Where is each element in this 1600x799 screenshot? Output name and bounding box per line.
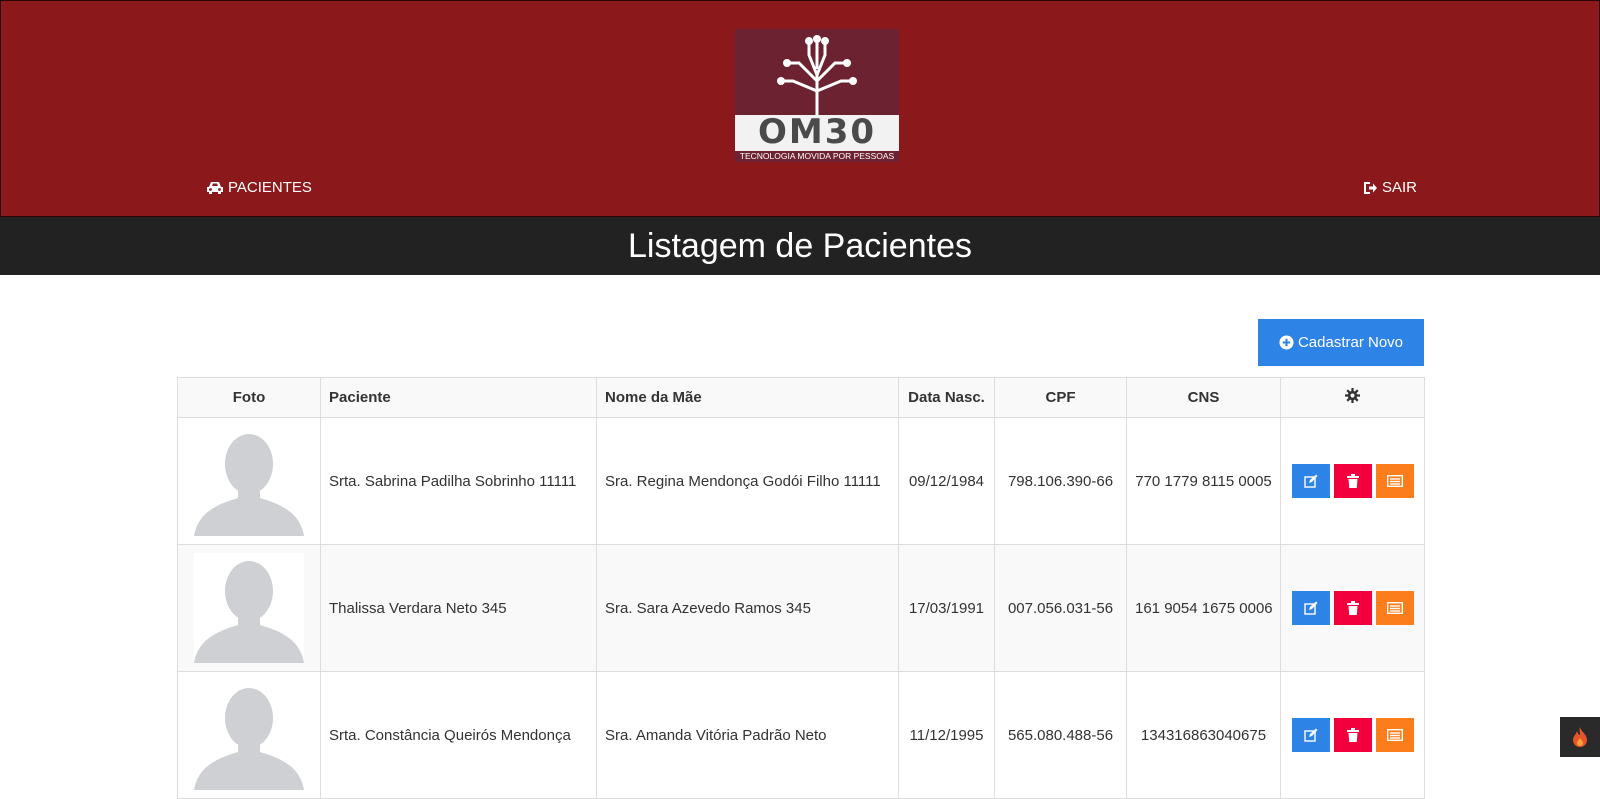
patient-name: Srta. Sabrina Padilha Sobrinho 11111 bbox=[320, 417, 597, 545]
tree-logo-icon bbox=[777, 35, 857, 115]
trash-icon bbox=[1346, 728, 1359, 742]
col-data-nasc: Data Nasc. bbox=[898, 377, 995, 418]
plus-circle-icon bbox=[1279, 335, 1294, 350]
cns-value: 161 9054 1675 0006 bbox=[1126, 544, 1281, 672]
edit-icon bbox=[1303, 728, 1317, 742]
edit-icon bbox=[1303, 474, 1317, 488]
top-header: OM30 TECNOLOGIA MOVIDA POR PESSOAS PACIE… bbox=[0, 0, 1600, 217]
cpf-value: 007.056.031-56 bbox=[994, 544, 1127, 672]
patient-name: Thalissa Verdara Neto 345 bbox=[320, 544, 597, 672]
trash-icon bbox=[1346, 474, 1359, 488]
mother-name: Sra. Regina Mendonça Godói Filho 11111 bbox=[596, 417, 899, 545]
details-button[interactable] bbox=[1375, 591, 1414, 625]
photo-cell bbox=[177, 544, 321, 672]
edit-icon bbox=[1303, 601, 1317, 615]
edit-button[interactable] bbox=[1291, 464, 1330, 498]
avatar bbox=[194, 426, 304, 536]
flame-icon bbox=[1573, 727, 1587, 747]
details-button[interactable] bbox=[1375, 464, 1414, 498]
cns-value: 134316863040675 bbox=[1126, 671, 1281, 799]
list-icon bbox=[1386, 475, 1403, 487]
table-row: Thalissa Verdara Neto 345 Sra. Sara Azev… bbox=[177, 544, 1425, 672]
edit-button[interactable] bbox=[1291, 591, 1330, 625]
actions-cell bbox=[1280, 544, 1425, 672]
actions-cell bbox=[1280, 417, 1425, 545]
table-row: Srta. Sabrina Padilha Sobrinho 11111 Sra… bbox=[177, 417, 1425, 545]
col-cns: CNS bbox=[1126, 377, 1281, 418]
photo-cell bbox=[177, 417, 321, 545]
col-foto: Foto bbox=[177, 377, 321, 418]
avatar bbox=[194, 553, 304, 663]
user-placeholder-icon bbox=[194, 561, 304, 663]
edit-button[interactable] bbox=[1291, 718, 1330, 752]
patient-name: Srta. Constância Queirós Mendonça bbox=[320, 671, 597, 799]
gear-icon bbox=[1345, 388, 1360, 403]
actions-cell bbox=[1280, 671, 1425, 799]
table-row: Srta. Constância Queirós Mendonça Sra. A… bbox=[177, 671, 1425, 799]
user-placeholder-icon bbox=[194, 434, 304, 536]
col-nome-mae: Nome da Mãe bbox=[596, 377, 899, 418]
mother-name: Sra. Amanda Vitória Padrão Neto bbox=[596, 671, 899, 799]
om30-logo: OM30 TECNOLOGIA MOVIDA POR PESSOAS bbox=[735, 29, 899, 162]
cadastrar-novo-button[interactable]: Cadastrar Novo bbox=[1258, 319, 1424, 366]
nav-sair-label: SAIR bbox=[1382, 179, 1418, 196]
logo-tagline: TECNOLOGIA MOVIDA POR PESSOAS bbox=[735, 151, 899, 162]
delete-button[interactable] bbox=[1333, 718, 1372, 752]
patients-table-container: Foto Paciente Nome da Mãe Data Nasc. CPF… bbox=[177, 377, 1425, 799]
avatar bbox=[194, 680, 304, 790]
cpf-value: 798.106.390-66 bbox=[994, 417, 1127, 545]
delete-button[interactable] bbox=[1333, 591, 1372, 625]
birth-date: 17/03/1991 bbox=[898, 544, 995, 672]
patients-table: Foto Paciente Nome da Mãe Data Nasc. CPF… bbox=[177, 377, 1425, 799]
list-icon bbox=[1386, 602, 1403, 614]
cpf-value: 565.080.488-56 bbox=[994, 671, 1127, 799]
delete-button[interactable] bbox=[1333, 464, 1372, 498]
trash-icon bbox=[1346, 601, 1359, 615]
corner-widget[interactable] bbox=[1560, 717, 1600, 757]
cadastrar-novo-label: Cadastrar Novo bbox=[1297, 334, 1404, 351]
photo-cell bbox=[177, 671, 321, 799]
nav-pacientes-label: PACIENTES bbox=[228, 179, 312, 196]
car-icon bbox=[207, 181, 223, 194]
col-actions bbox=[1280, 377, 1425, 418]
col-paciente: Paciente bbox=[320, 377, 597, 418]
sign-out-icon bbox=[1364, 181, 1377, 194]
details-button[interactable] bbox=[1375, 718, 1414, 752]
col-cpf: CPF bbox=[994, 377, 1127, 418]
page-title: Listagem de Pacientes bbox=[628, 227, 972, 265]
nav-pacientes[interactable]: PACIENTES bbox=[206, 179, 312, 196]
list-icon bbox=[1386, 729, 1403, 741]
cns-value: 770 1779 8115 0005 bbox=[1126, 417, 1281, 545]
birth-date: 11/12/1995 bbox=[898, 671, 995, 799]
nav-sair[interactable]: SAIR bbox=[1363, 179, 1417, 196]
logo-wordmark: OM30 bbox=[757, 112, 877, 152]
mother-name: Sra. Sara Azevedo Ramos 345 bbox=[596, 544, 899, 672]
table-header-row: Foto Paciente Nome da Mãe Data Nasc. CPF… bbox=[177, 377, 1425, 418]
user-placeholder-icon bbox=[194, 688, 304, 790]
birth-date: 09/12/1984 bbox=[898, 417, 995, 545]
title-bar: Listagem de Pacientes bbox=[0, 217, 1600, 275]
